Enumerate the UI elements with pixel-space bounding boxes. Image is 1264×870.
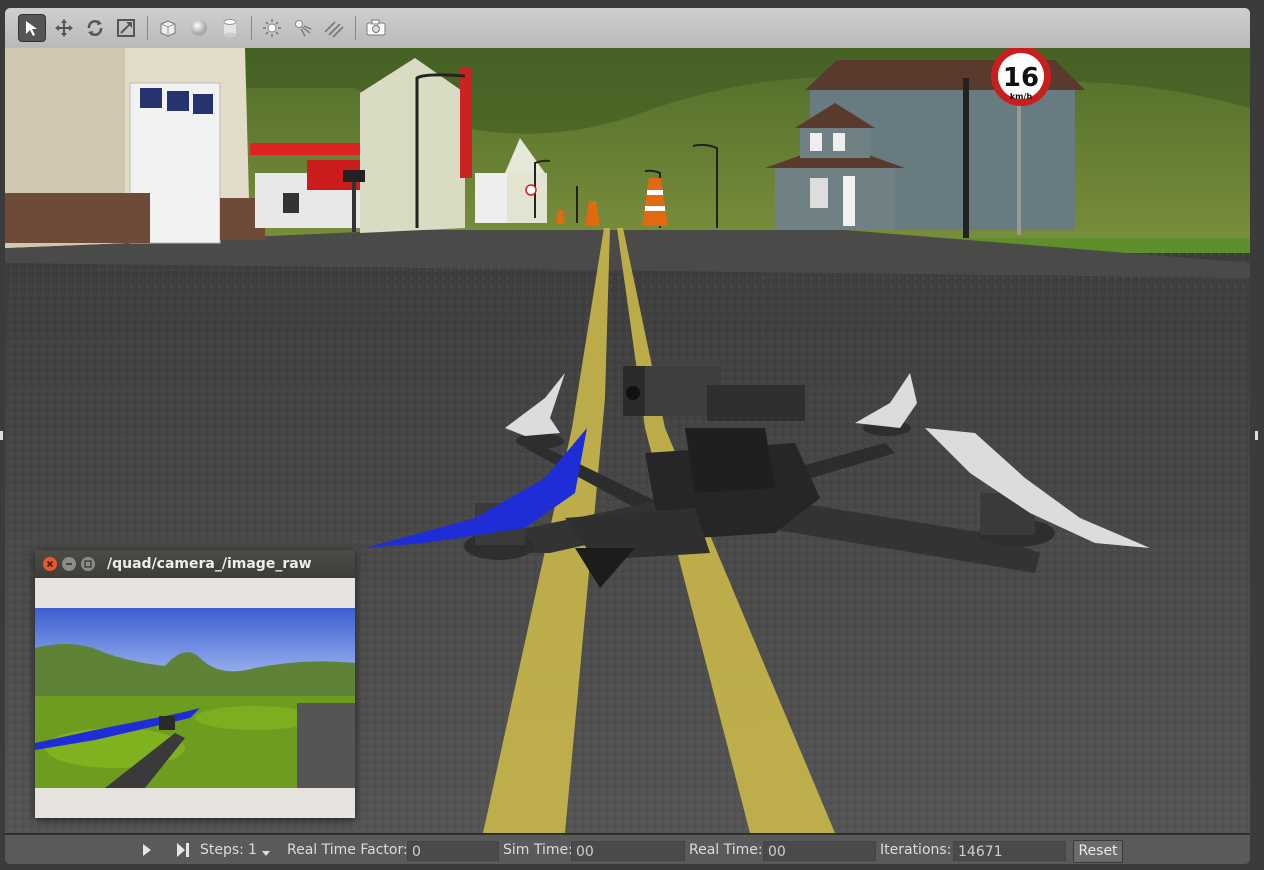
camera-window-title: /quad/camera_/image_raw — [107, 556, 312, 572]
sim-time-field: 00 00:00:14.671 — [571, 841, 685, 861]
scene-viewport[interactable]: 16 km/h /quad/camera_/image_raw — [5, 48, 1250, 833]
close-window-button[interactable] — [43, 557, 57, 571]
toolbar — [5, 8, 1250, 49]
real-time-factor-field: 0 — [407, 841, 499, 861]
maximize-window-button[interactable] — [81, 557, 95, 571]
camera-feed-image[interactable] — [35, 608, 355, 788]
cylinder-shape-button[interactable] — [216, 14, 244, 42]
iterations-label: Iterations: — [880, 842, 952, 858]
gazebo-window: 16 km/h /quad/camera_/image_raw Steps: 1… — [5, 8, 1250, 864]
camera-window-titlebar[interactable]: /quad/camera_/image_raw — [35, 550, 355, 578]
svg-text:16: 16 — [1003, 63, 1039, 93]
svg-text:km/h: km/h — [1010, 92, 1033, 101]
sphere-shape-button[interactable] — [185, 14, 213, 42]
arrow-cursor-icon — [26, 21, 37, 36]
select-mode-button[interactable] — [18, 14, 46, 42]
step-icon — [177, 843, 189, 857]
translate-mode-button[interactable] — [50, 14, 78, 42]
box-icon — [160, 20, 176, 37]
directional-light-button[interactable] — [320, 14, 348, 42]
step-button[interactable] — [175, 835, 191, 864]
reset-button[interactable]: Reset — [1073, 840, 1123, 863]
move-arrows-icon — [55, 19, 73, 37]
left-panel-handle[interactable] — [0, 431, 3, 440]
toolbar-separator — [147, 16, 148, 40]
minimize-icon — [66, 563, 72, 565]
real-time-factor-label: Real Time Factor: — [287, 842, 408, 858]
toolbar-separator — [355, 16, 356, 40]
right-panel-handle[interactable] — [1255, 431, 1258, 440]
scale-icon — [117, 19, 135, 37]
real-time-field: 00 00:00:16.968 — [763, 841, 876, 861]
spin-down-arrow-icon — [261, 851, 270, 856]
cylinder-icon — [223, 19, 237, 38]
maximize-icon — [84, 560, 92, 568]
scale-mode-button[interactable] — [112, 14, 140, 42]
status-bar: Steps: 1 Real Time Factor: 0 Sim Time: 0… — [5, 834, 1250, 864]
steps-spinbox[interactable]: 1 — [248, 835, 271, 864]
play-button[interactable] — [141, 835, 153, 864]
iterations-field: 14671 — [953, 841, 1066, 861]
toolbar-separator — [251, 16, 252, 40]
spot-light-icon — [295, 20, 312, 37]
directional-light-icon — [324, 21, 344, 38]
spot-light-button[interactable] — [289, 14, 317, 42]
white-building — [360, 58, 465, 233]
camera-icon — [366, 19, 386, 36]
real-time-label: Real Time: — [689, 842, 763, 858]
steps-label: Steps: — [200, 842, 244, 858]
steps-value: 1 — [248, 842, 257, 858]
sim-time-label: Sim Time: — [503, 842, 573, 858]
rotate-mode-button[interactable] — [81, 14, 109, 42]
screenshot-button[interactable] — [362, 14, 390, 42]
rotate-icon — [87, 20, 103, 36]
minimize-window-button[interactable] — [62, 557, 76, 571]
point-light-icon — [263, 19, 281, 37]
sphere-icon — [191, 20, 207, 36]
play-icon — [143, 844, 151, 856]
box-shape-button[interactable] — [154, 14, 182, 42]
close-icon — [46, 560, 54, 568]
camera-image-window: /quad/camera_/image_raw — [35, 550, 355, 818]
point-light-button[interactable] — [258, 14, 286, 42]
